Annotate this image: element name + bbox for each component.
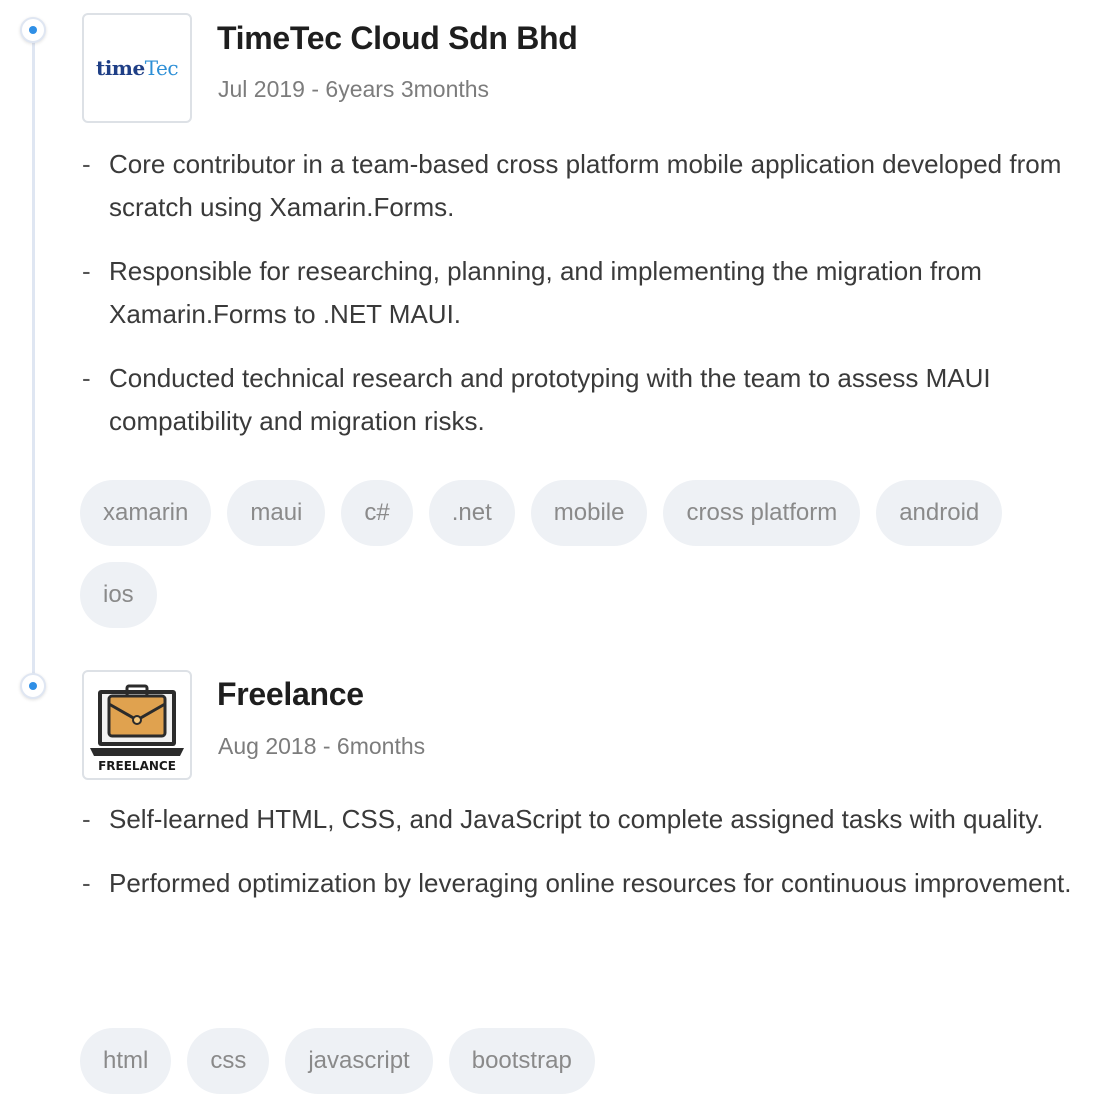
- skill-tag[interactable]: mobile: [530, 480, 648, 546]
- skill-tag[interactable]: html: [80, 1028, 172, 1094]
- timeline-dot-icon: [20, 17, 46, 43]
- timetec-logo: timeTec: [95, 56, 179, 80]
- bullet-dash: -: [82, 256, 91, 286]
- company-logo-freelance: FREELANCE: [82, 670, 192, 780]
- timeline-line: [32, 30, 35, 686]
- company-name: Freelance: [217, 676, 364, 712]
- skill-tag[interactable]: bootstrap: [448, 1028, 595, 1094]
- company-name: TimeTec Cloud Sdn Bhd: [217, 20, 578, 56]
- skill-tags: xamarin maui c# .net mobile cross platfo…: [80, 480, 1080, 628]
- skill-tag[interactable]: .net: [428, 480, 515, 546]
- bullet-dash: -: [82, 804, 91, 834]
- skill-tag[interactable]: javascript: [285, 1028, 433, 1094]
- briefcase-laptop-icon: FREELANCE: [90, 684, 184, 773]
- responsibility-list: - Core contributor in a team-based cross …: [80, 143, 1100, 464]
- responsibility-list: - Self-learned HTML, CSS, and JavaScript …: [80, 798, 1100, 926]
- skill-tag[interactable]: android: [876, 480, 1003, 546]
- skill-tag[interactable]: maui: [227, 480, 326, 546]
- responsibility-item: - Performed optimization by leveraging on…: [80, 862, 1100, 905]
- freelance-logo-text: FREELANCE: [98, 759, 176, 773]
- responsibility-item: - Conducted technical research and protot…: [80, 357, 1100, 443]
- skill-tag[interactable]: c#: [341, 480, 413, 546]
- company-logo-timetec: timeTec: [82, 13, 192, 123]
- responsibility-item: - Core contributor in a team-based cross …: [80, 143, 1100, 229]
- skill-tag[interactable]: cross platform: [663, 480, 861, 546]
- employment-period: Aug 2018 - 6months: [218, 733, 426, 759]
- responsibility-item: - Responsible for researching, planning, …: [80, 250, 1100, 336]
- bullet-dash: -: [82, 149, 91, 179]
- bullet-dash: -: [82, 363, 91, 393]
- timeline-dot-icon: [20, 673, 46, 699]
- skill-tag[interactable]: ios: [80, 562, 157, 628]
- employment-period: Jul 2019 - 6years 3months: [218, 76, 490, 102]
- responsibility-item: - Self-learned HTML, CSS, and JavaScript …: [80, 798, 1100, 841]
- bullet-dash: -: [82, 868, 91, 898]
- skill-tags: html css javascript bootstrap: [80, 1028, 1080, 1094]
- skill-tag[interactable]: css: [187, 1028, 270, 1094]
- skill-tag[interactable]: xamarin: [80, 480, 212, 546]
